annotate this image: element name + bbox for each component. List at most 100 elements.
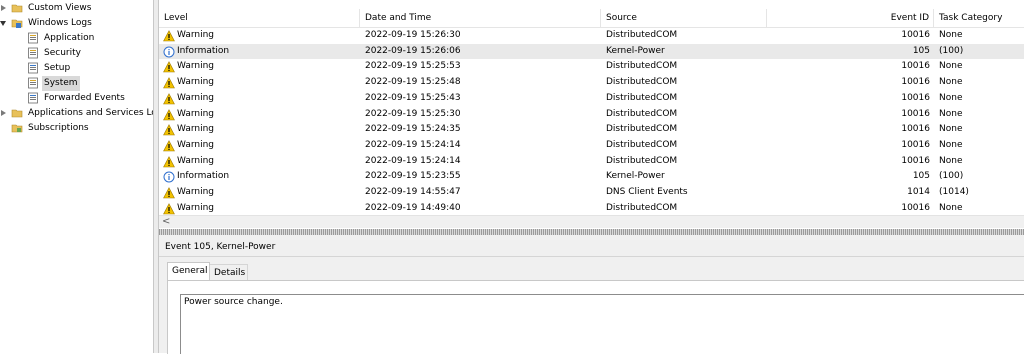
table-row[interactable]: Warning 2022-09-19 15:24:14 DistributedCOM… xyxy=(159,154,1024,170)
date-time-cell: 2022-09-19 15:23:55 xyxy=(365,171,461,182)
event-description-box[interactable]: Power source change. xyxy=(180,294,1024,354)
task-category-cell: None xyxy=(939,92,963,103)
warning-icon xyxy=(163,108,175,120)
information-icon xyxy=(163,171,175,183)
column-header-level[interactable]: Level xyxy=(159,9,360,27)
table-row[interactable]: Warning 2022-09-19 15:25:30 DistributedCOM… xyxy=(159,107,1024,123)
task-category-cell: None xyxy=(939,124,963,135)
event-id-cell: 1014 xyxy=(907,187,930,197)
collapse-arrow-icon[interactable] xyxy=(0,21,6,26)
source-cell: DistributedCOM xyxy=(606,77,678,88)
event-log-icon xyxy=(28,77,38,89)
task-category-cell: (100) xyxy=(939,45,964,56)
event-id-cell: 10016 xyxy=(901,92,930,103)
column-header-source[interactable]: Source xyxy=(601,9,767,27)
tree-item-label: Setup xyxy=(44,63,71,73)
task-category-cell: None xyxy=(939,77,963,88)
source-cell: DistributedCOM xyxy=(606,124,678,135)
source-cell: DistributedCOM xyxy=(606,61,678,72)
table-row[interactable]: Warning 2022-09-19 14:55:47 DNS Client Eve… xyxy=(159,185,1024,201)
tree-item-label: Windows Logs xyxy=(28,18,92,28)
event-detail-pane: Event 105, Kernel-Power General Details … xyxy=(159,235,1024,354)
general-tab-panel: Power source change. xyxy=(167,280,1024,354)
column-header-row: Level Date and Time Source Event ID Task… xyxy=(159,9,1024,28)
expand-arrow-icon[interactable] xyxy=(1,5,6,11)
information-icon xyxy=(163,46,175,58)
table-row[interactable]: Warning 2022-09-19 15:24:35 DistributedCOM… xyxy=(159,122,1024,138)
table-row[interactable]: Warning 2022-09-19 15:24:14 DistributedCOM… xyxy=(159,138,1024,154)
column-header-event-id[interactable]: Event ID xyxy=(767,9,934,27)
event-log-icon xyxy=(28,62,38,74)
table-row[interactable]: Information 2022-09-19 15:23:55 Kernel-Pow… xyxy=(159,169,1024,185)
source-cell: DistributedCOM xyxy=(606,108,678,119)
event-log-icon xyxy=(28,47,38,59)
folder-icon xyxy=(11,109,23,118)
level-text: Warning xyxy=(177,77,215,88)
table-row[interactable]: Warning 2022-09-19 15:26:30 DistributedCOM… xyxy=(159,28,1024,44)
tree-item-system[interactable]: System xyxy=(0,76,153,91)
tree-item-application[interactable]: Application xyxy=(0,31,153,46)
level-text: Warning xyxy=(177,124,215,135)
event-id-cell: 105 xyxy=(912,171,930,182)
event-id-cell: 10016 xyxy=(901,108,930,119)
event-detail-title: Event 105, Kernel-Power xyxy=(165,242,276,252)
tree-item-subscriptions[interactable]: Subscriptions xyxy=(0,121,153,136)
table-row[interactable]: Warning 2022-09-19 15:25:53 DistributedCOM… xyxy=(159,59,1024,75)
level-text: Warning xyxy=(177,139,215,150)
table-row[interactable]: Information 2022-09-19 15:26:06 Kernel-Pow… xyxy=(159,43,1024,60)
task-category-cell: None xyxy=(939,108,963,119)
tree-item-forwarded-events[interactable]: Forwarded Events xyxy=(0,91,153,106)
event-id-cell: 10016 xyxy=(901,139,930,150)
tree-item-setup[interactable]: Setup xyxy=(0,61,153,76)
event-id-cell: 10016 xyxy=(901,30,930,40)
log-folder-icon xyxy=(11,19,23,28)
task-category-cell: None xyxy=(939,155,963,166)
date-time-cell: 2022-09-19 15:24:35 xyxy=(365,124,461,135)
warning-icon xyxy=(163,187,175,199)
warning-icon xyxy=(163,202,175,214)
warning-icon xyxy=(163,140,175,152)
tree-item-custom-views[interactable]: Custom Views xyxy=(0,1,153,16)
event-id-cell: 10016 xyxy=(901,155,930,166)
expand-arrow-icon[interactable] xyxy=(1,110,6,116)
source-cell: DistributedCOM xyxy=(606,30,678,40)
source-cell: DistributedCOM xyxy=(606,92,678,103)
column-header-date-time[interactable]: Date and Time xyxy=(360,9,601,27)
source-cell: DNS Client Events xyxy=(606,187,688,197)
subscriptions-icon xyxy=(11,124,23,133)
level-text: Warning xyxy=(177,61,215,72)
level-text: Warning xyxy=(177,187,215,197)
date-time-cell: 2022-09-19 15:26:30 xyxy=(365,30,461,40)
table-row[interactable]: Warning 2022-09-19 15:25:48 DistributedCOM… xyxy=(159,75,1024,91)
task-category-cell: None xyxy=(939,139,963,150)
event-id-cell: 10016 xyxy=(901,77,930,88)
tab-details[interactable]: Details xyxy=(210,264,248,281)
log-tree: Custom Views Windows Logs Application Se… xyxy=(0,0,153,353)
date-time-cell: 2022-09-19 15:24:14 xyxy=(365,139,461,150)
tree-item-security[interactable]: Security xyxy=(0,46,153,61)
tab-general[interactable]: General xyxy=(167,262,210,281)
warning-icon xyxy=(163,77,175,89)
tree-item-windows-logs[interactable]: Windows Logs xyxy=(0,16,153,31)
horizontal-scrollbar[interactable]: < xyxy=(159,215,1024,228)
divider xyxy=(159,256,1024,257)
tree-item-applications-and-services[interactable]: Applications and Services Lo xyxy=(0,106,153,121)
column-header-task-category[interactable]: Task Category xyxy=(934,9,1024,27)
tree-item-label: Applications and Services Lo xyxy=(28,108,153,118)
warning-icon xyxy=(163,30,175,42)
date-time-cell: 2022-09-19 15:25:48 xyxy=(365,77,461,88)
date-time-cell: 2022-09-19 15:25:43 xyxy=(365,92,461,103)
level-text: Warning xyxy=(177,30,215,40)
date-time-cell: 2022-09-19 15:24:14 xyxy=(365,155,461,166)
tree-item-label: Application xyxy=(44,33,95,43)
events-list: Level Date and Time Source Event ID Task… xyxy=(159,0,1024,229)
tree-item-label: Forwarded Events xyxy=(44,93,125,103)
warning-icon xyxy=(163,155,175,167)
tree-item-label: Custom Views xyxy=(28,3,92,13)
table-row[interactable]: Warning 2022-09-19 15:25:43 DistributedCOM… xyxy=(159,91,1024,107)
level-text: Warning xyxy=(177,92,215,103)
level-text: Warning xyxy=(177,155,215,166)
source-cell: DistributedCOM xyxy=(606,139,678,150)
level-text: Warning xyxy=(177,108,215,119)
scroll-left-arrow-icon[interactable]: < xyxy=(162,216,170,228)
